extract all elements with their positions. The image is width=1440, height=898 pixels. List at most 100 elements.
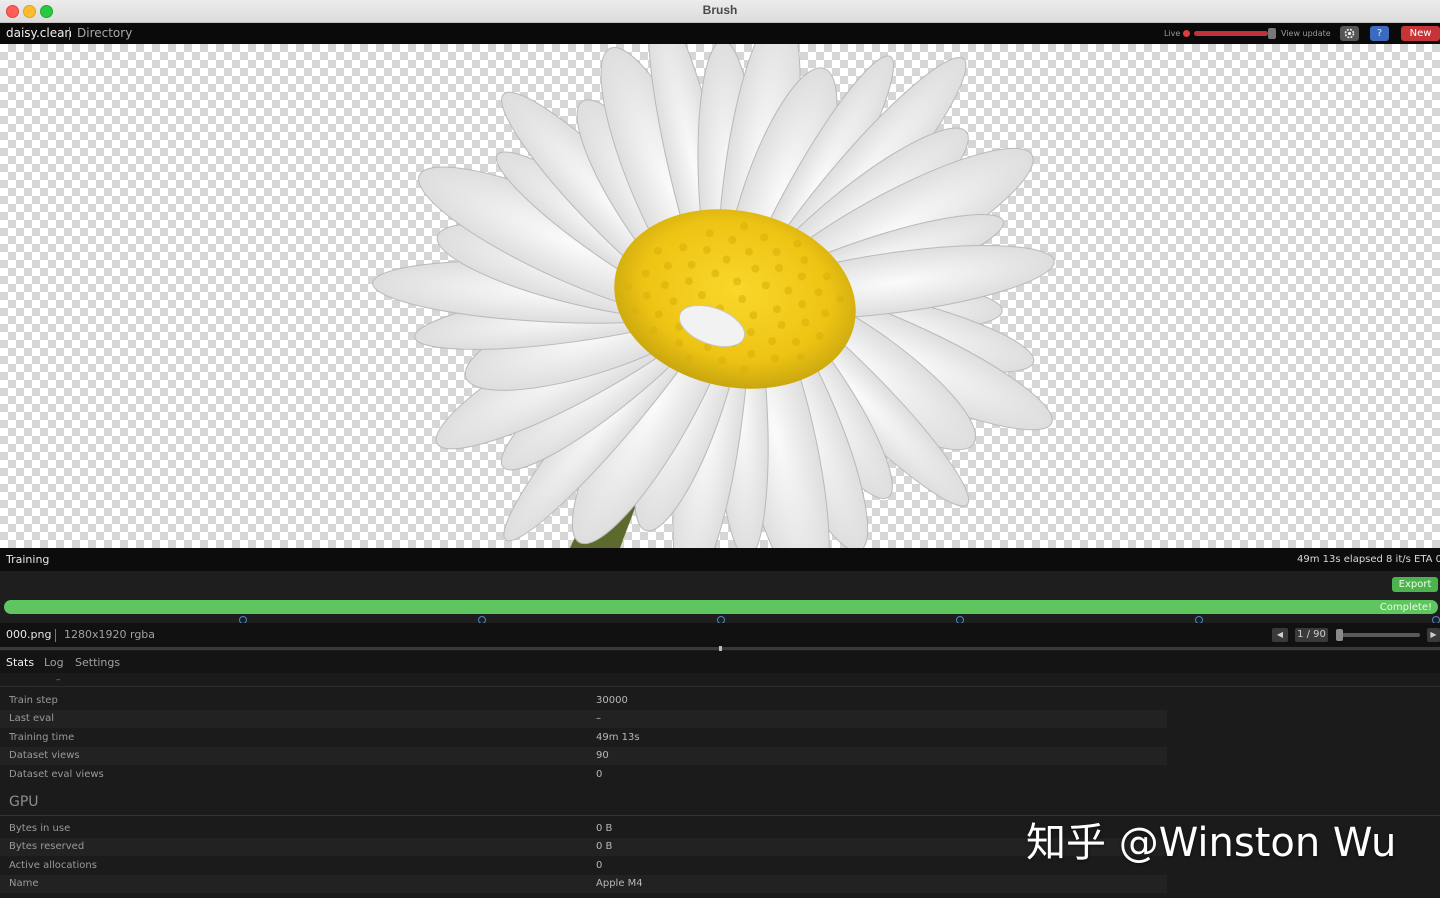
elapsed-time: 49m 13s elapsed: [1297, 554, 1383, 565]
stat-row: Dataset eval views 0: [0, 766, 1167, 784]
floret-dot: [675, 339, 684, 348]
view-slider[interactable]: [1340, 633, 1420, 637]
live-update-slider[interactable]: [1194, 31, 1268, 36]
training-tab[interactable]: Training: [6, 553, 49, 566]
floret-dot: [711, 269, 720, 278]
floret-dot: [738, 295, 747, 303]
view-counter: 1 / 90: [1295, 628, 1328, 642]
live-label: Live: [1164, 29, 1181, 38]
floret-dot: [746, 328, 755, 337]
floret-dot: [705, 229, 714, 238]
floret-dot: [685, 354, 694, 363]
floret-dot: [772, 247, 781, 256]
stat-key: Train step: [9, 695, 58, 706]
floret-dot: [744, 247, 753, 256]
floret-dot: [653, 344, 662, 353]
stat-key: Bytes in use: [9, 823, 71, 834]
floret-dot: [777, 320, 786, 329]
floret-dot: [663, 261, 672, 270]
stat-value: 0 B: [596, 823, 613, 834]
floret-dot: [649, 326, 658, 335]
floret-dot: [733, 277, 742, 286]
tab-settings[interactable]: Settings: [75, 656, 120, 669]
floret-dot: [784, 286, 793, 295]
stat-value: 49m 13s: [596, 732, 640, 743]
floret-dot: [679, 243, 688, 252]
new-button[interactable]: New: [1401, 26, 1440, 41]
floret-dot: [772, 305, 781, 314]
floret-dot: [770, 354, 779, 363]
stat-key: Dataset views: [9, 750, 80, 761]
floret-dot: [654, 310, 663, 319]
floret-dot: [800, 256, 809, 265]
stat-value: 30000: [596, 695, 628, 706]
floret-dot: [836, 294, 845, 303]
stat-row: Train step 30000: [0, 692, 1167, 710]
floret-dot: [654, 246, 663, 255]
training-panel-header: Training 49m 13s elapsed 8 it/s ETA 0: [0, 548, 1440, 571]
floret-dot: [687, 260, 696, 269]
window-title: Brush: [702, 3, 738, 17]
tab-log[interactable]: Log: [44, 656, 64, 669]
stat-key: Training time: [9, 732, 75, 743]
floret-dot: [822, 272, 831, 281]
floret-dot: [702, 245, 711, 254]
stat-key: Dataset eval views: [9, 769, 104, 780]
stat-value: Apple M4: [596, 878, 643, 889]
floret-dot: [751, 264, 760, 273]
stat-row: Dataset views 90: [0, 747, 1167, 765]
previous-view-button[interactable]: ◀: [1272, 628, 1288, 642]
directory-tab[interactable]: Directory: [77, 26, 132, 40]
floret-dot: [631, 306, 640, 315]
stat-key: Active allocations: [9, 860, 97, 871]
training-progress-bar: Complete!: [4, 600, 1438, 614]
stat-value: 0 B: [596, 841, 613, 852]
floret-dot: [797, 272, 806, 281]
tab-stats[interactable]: Stats: [6, 656, 34, 669]
stat-row: Bytes in use 0 B: [0, 820, 1167, 838]
floret-dot: [821, 309, 830, 318]
help-button[interactable]: ?: [1370, 26, 1389, 41]
floret-dot: [660, 280, 669, 289]
scene-viewport[interactable]: [0, 44, 1440, 548]
floret-dot: [760, 233, 769, 242]
floret-dot: [642, 291, 651, 300]
floret-dot: [728, 235, 737, 244]
floret-dot: [801, 318, 810, 327]
stat-key: Name: [9, 878, 39, 889]
floret-dot: [796, 353, 805, 362]
panel-tabs: Stats Log Settings: [0, 651, 1440, 673]
view-slider-handle[interactable]: [1336, 629, 1343, 641]
tab-separator: [69, 27, 70, 40]
floret-dot: [814, 288, 823, 297]
info-separator: [55, 629, 56, 642]
watermark-text: 知乎 @Winston Wu: [1026, 820, 1397, 866]
export-button[interactable]: Export: [1392, 577, 1438, 592]
divider: [0, 686, 1440, 687]
floret-dot: [641, 269, 650, 278]
floret-dot: [623, 282, 632, 291]
image-info: 1280x1920 rgba: [64, 628, 156, 641]
gear-icon: [1344, 28, 1355, 39]
stat-value: 0: [596, 860, 603, 871]
next-view-button[interactable]: ▶: [1427, 628, 1440, 642]
floret-dot: [697, 291, 706, 300]
stat-row: Training time 49m 13s: [0, 729, 1167, 747]
stat-value: 90: [596, 750, 609, 761]
stat-row: Last eval –: [0, 710, 1167, 728]
scene-toolbar: daisy.clean Directory Live View update ?…: [0, 23, 1440, 44]
floret-dot: [792, 337, 801, 346]
scene-tab[interactable]: daisy.clean: [6, 26, 72, 40]
floret-dot: [793, 239, 802, 248]
training-rate-eta: 8 it/s ETA 0: [1386, 554, 1440, 565]
floret-dot: [768, 337, 777, 346]
view-update-label: View update: [1281, 29, 1331, 38]
stat-key: Bytes reserved: [9, 841, 85, 852]
live-indicator-icon: [1183, 30, 1190, 37]
floret-dot: [747, 349, 756, 358]
floret-dot: [739, 222, 748, 231]
floret-dot: [761, 281, 770, 290]
settings-button[interactable]: [1340, 26, 1359, 41]
floret-dot: [749, 311, 758, 320]
live-update-slider-handle[interactable]: [1268, 28, 1276, 39]
